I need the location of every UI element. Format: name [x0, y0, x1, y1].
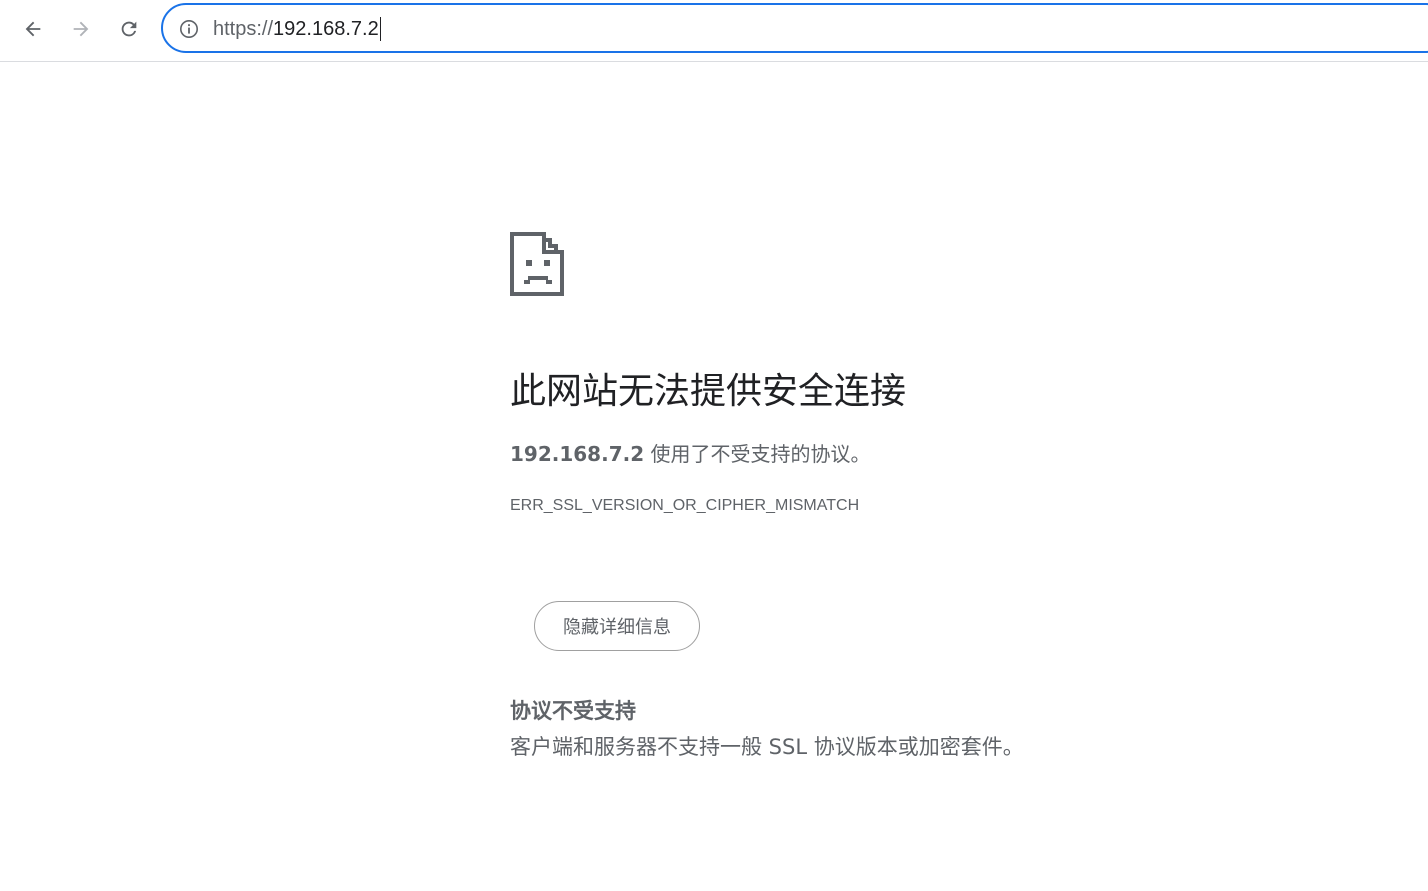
error-message-text: 使用了不受支持的协议。 — [650, 442, 871, 466]
reload-button[interactable] — [112, 12, 146, 46]
url-host: 192.168.7.2 — [273, 18, 379, 40]
error-heading: 此网站无法提供安全连接 — [510, 371, 907, 412]
arrow-left-icon — [25, 21, 41, 37]
info-circle-icon[interactable] — [179, 19, 199, 39]
error-host: 192.168.7.2 — [510, 442, 645, 466]
details-heading: 协议不受支持 — [510, 699, 636, 723]
sad-document-icon — [510, 232, 564, 296]
reload-icon — [121, 21, 137, 37]
browser-toolbar: https://192.168.7.2 — [0, 0, 1428, 62]
forward-button[interactable] — [64, 12, 98, 46]
details-body: 客户端和服务器不支持一般 SSL 协议版本或加密套件。 — [510, 735, 1024, 759]
error-code: ERR_SSL_VERSION_OR_CIPHER_MISMATCH — [510, 497, 860, 514]
url-scheme: https:// — [213, 18, 274, 40]
arrow-right-icon — [73, 21, 89, 37]
back-button[interactable] — [16, 12, 50, 46]
error-message: 192.168.7.2 使用了不受支持的协议。 — [510, 440, 870, 468]
address-bar[interactable]: https://192.168.7.2 — [161, 3, 1428, 53]
hide-details-button[interactable]: 隐藏详细信息 — [534, 601, 700, 651]
text-caret — [379, 17, 381, 41]
url-text[interactable]: https://192.168.7.2 — [213, 17, 381, 41]
